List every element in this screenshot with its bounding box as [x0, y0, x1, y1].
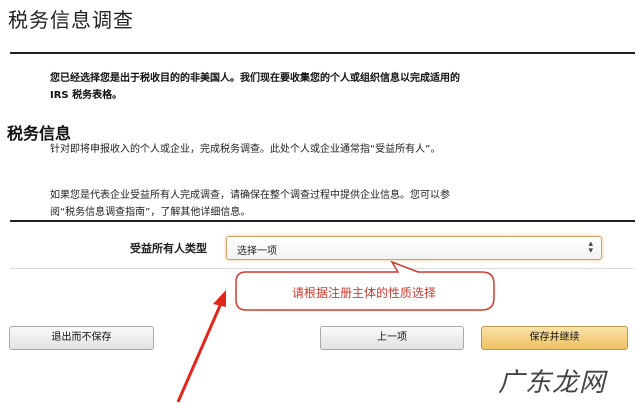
header-divider [10, 52, 635, 54]
section-guidance: 如果您是代表企业受益所有人完成调查，请确保在整个调查过程中提供企业信息。您可以参… [50, 190, 450, 218]
section-description: 针对即将申报收入的个人或企业，完成税务调查。此处个人或企业通常指“受益所有人”。 [50, 144, 441, 155]
exit-without-saving-button[interactable]: 退出而不保存 [9, 326, 154, 350]
beneficial-owner-type-label: 受益所有人类型 [130, 242, 207, 255]
select-value: 选择一项 [237, 246, 277, 257]
select-arrows-icon: ▴ ▾ [588, 239, 593, 256]
previous-button[interactable]: 上一项 [320, 326, 464, 350]
section-divider [10, 220, 635, 222]
form-divider [10, 268, 635, 269]
save-and-continue-button[interactable]: 保存并继续 [481, 326, 628, 350]
arrowhead-icon [213, 290, 226, 307]
page-title: 税务信息调查 [8, 8, 134, 32]
beneficial-owner-type-select[interactable]: 选择一项 ▴ ▾ [226, 236, 602, 260]
section-heading: 税务信息 [7, 124, 72, 143]
callout-text: 请根据注册主体的性质选择 [291, 286, 436, 300]
watermark: 广东龙网 [498, 368, 607, 398]
annotation-arrow-icon [176, 300, 224, 403]
intro-text: 您已经选择您是出于税收目的的非美国人。我们现在要收集您的个人或组织信息以完成适用… [50, 73, 460, 101]
